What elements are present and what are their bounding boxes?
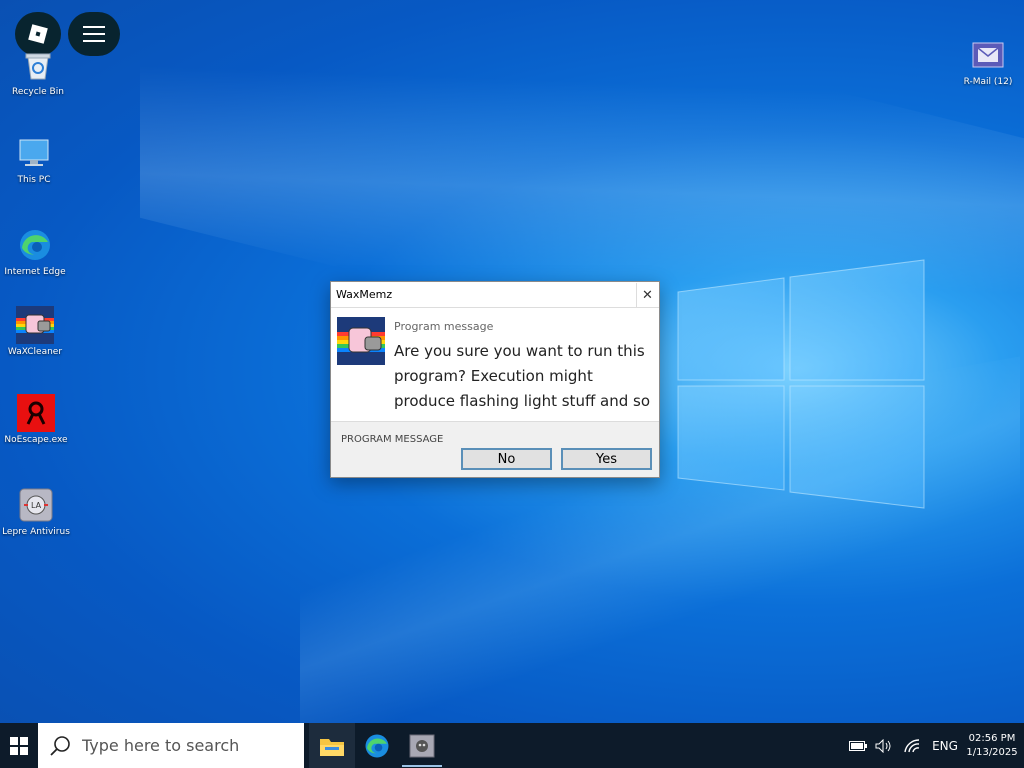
tray-language[interactable]: ENG [926, 723, 964, 768]
recycle-bin-icon [25, 53, 51, 80]
close-icon: ✕ [642, 287, 653, 303]
edge-icon [20, 230, 50, 260]
dialog-close-button[interactable]: ✕ [636, 283, 658, 307]
file-explorer-icon [320, 738, 344, 756]
search-icon [50, 735, 70, 756]
dialog-title-bar: WaxMemz ✕ [331, 282, 659, 308]
nyan-cat-icon [16, 306, 54, 344]
taskbar-file-explorer[interactable] [309, 723, 355, 768]
nyan-cat-icon [337, 317, 385, 365]
dialog-footer-label: PROGRAM MESSAGE [341, 434, 444, 445]
noescape-icon [17, 394, 55, 432]
dialog-body: Program message Are you sure you want to… [331, 308, 659, 435]
volume-icon [875, 738, 891, 753]
yes-button[interactable]: Yes [561, 448, 652, 470]
taskbar-edge[interactable] [354, 723, 400, 768]
mail-icon [972, 42, 1004, 68]
desktop-icon-lepre-antivirus[interactable]: LA Lepre Antivirus [0, 486, 74, 537]
hamburger-menu-icon [83, 26, 105, 42]
computer-icon [19, 139, 49, 166]
edge-icon [365, 734, 389, 757]
search-input[interactable] [82, 736, 292, 755]
svg-text:LA: LA [31, 501, 42, 510]
roblox-icon [28, 24, 48, 44]
desktop-icon-this-pc[interactable]: This PC [0, 134, 72, 185]
battery-icon [849, 740, 867, 751]
windows-start-icon [10, 736, 28, 755]
taskbar: ENG 02:56 PM 1/13/2025 [0, 723, 1024, 768]
dialog-subtitle: Program message [394, 320, 494, 333]
dialog-footer: PROGRAM MESSAGE No Yes [331, 421, 659, 477]
tray-clock[interactable]: 02:56 PM 1/13/2025 [962, 723, 1022, 768]
tray-battery[interactable] [848, 723, 868, 768]
tray-volume[interactable] [872, 723, 896, 768]
start-button[interactable] [0, 723, 38, 768]
dialog-title: WaxMemz [336, 288, 393, 301]
tray-network[interactable] [900, 723, 924, 768]
waxmemz-icon [409, 734, 435, 757]
taskbar-waxmemz[interactable] [399, 723, 445, 768]
desktop-icon-r-mail[interactable]: R-Mail (12) [950, 36, 1024, 87]
desktop-icon-noescape[interactable]: NoEscape.exe [0, 394, 74, 445]
desktop-icon-waxcleaner[interactable]: WaXCleaner [0, 306, 73, 357]
clock-time: 02:56 PM [968, 732, 1016, 744]
antivirus-icon: LA [19, 488, 53, 522]
no-button[interactable]: No [461, 448, 552, 470]
taskbar-search-box[interactable] [38, 723, 304, 768]
desktop-icon-internet-edge[interactable]: Internet Edge [0, 226, 73, 277]
wifi-icon [904, 738, 920, 752]
clock-date: 1/13/2025 [966, 746, 1018, 758]
desktop-icon-recycle-bin[interactable]: Recycle Bin [0, 46, 76, 97]
program-message-dialog: WaxMemz ✕ Program message Are you sure y… [330, 281, 660, 478]
windows-logo-wallpaper [677, 259, 925, 509]
